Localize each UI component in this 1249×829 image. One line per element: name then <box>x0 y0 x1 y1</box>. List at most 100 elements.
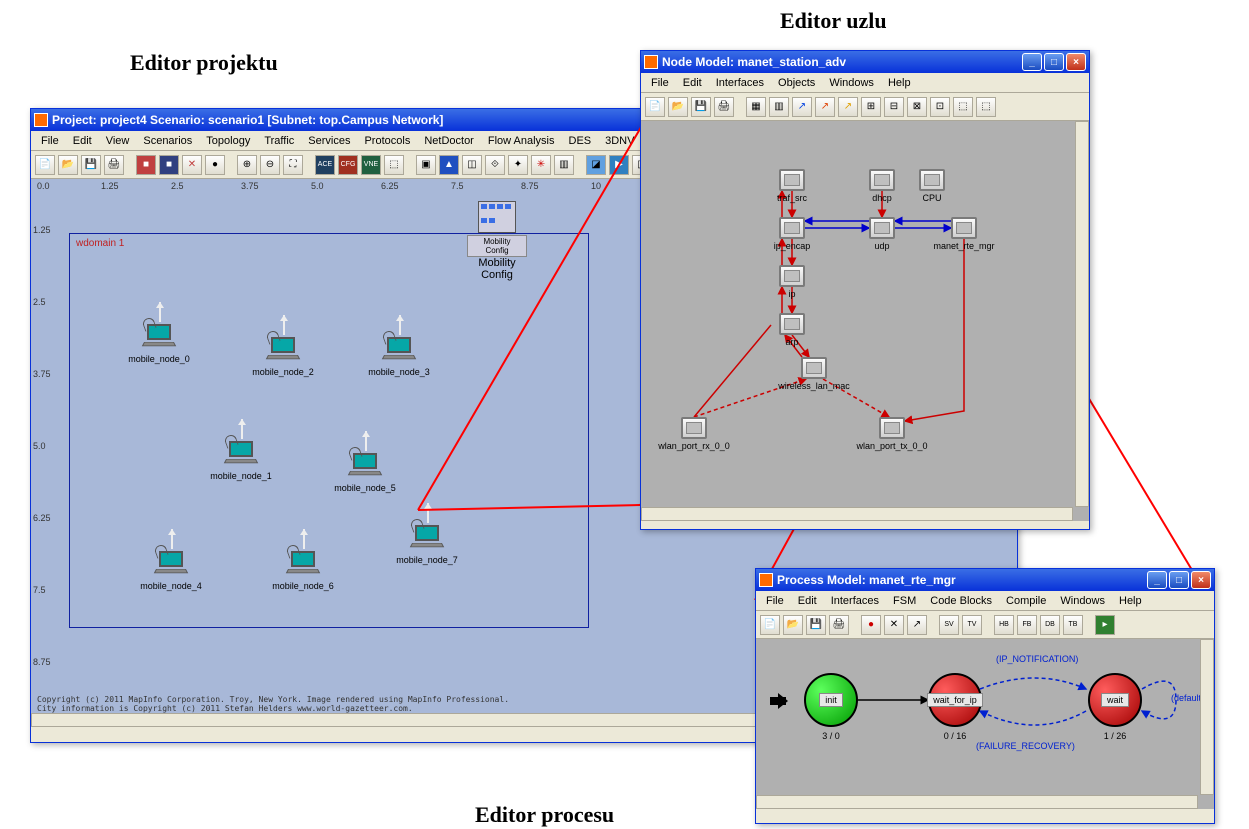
menu-compile[interactable]: Compile <box>1000 593 1052 609</box>
tool-icon[interactable]: ⬚ <box>953 97 973 117</box>
tool-icon[interactable]: ▥ <box>769 97 789 117</box>
menu-windows[interactable]: Windows <box>823 75 880 91</box>
menu-help[interactable]: Help <box>882 75 917 91</box>
tool-icon[interactable]: ▲ <box>439 155 459 175</box>
tool-icon[interactable]: ◪ <box>586 155 606 175</box>
mobility-config-node[interactable]: MobilityConfig Mobility Config <box>467 201 527 281</box>
print-icon[interactable]: 🖨 <box>829 615 849 635</box>
tool-icon[interactable]: ⊠ <box>907 97 927 117</box>
node-block[interactable] <box>779 169 805 191</box>
mobile-node[interactable]: mobile_node_2 <box>243 337 323 377</box>
db-icon[interactable]: DB <box>1040 615 1060 635</box>
node-block[interactable] <box>779 313 805 335</box>
tool-icon[interactable]: ⊞ <box>861 97 881 117</box>
node-block[interactable] <box>869 169 895 191</box>
mobile-node[interactable]: mobile_node_3 <box>359 337 439 377</box>
state-icon[interactable]: ● <box>861 615 881 635</box>
state-wait_for_ip[interactable]: wait_for_ip <box>928 673 982 727</box>
sv-icon[interactable]: SV <box>939 615 959 635</box>
tool-icon[interactable]: ⊟ <box>884 97 904 117</box>
zoom-out-icon[interactable]: ⊖ <box>260 155 280 175</box>
open-icon[interactable]: 📂 <box>58 155 78 175</box>
tool-icon[interactable]: ▥ <box>554 155 574 175</box>
save-icon[interactable]: 💾 <box>806 615 826 635</box>
tool-icon[interactable]: ■ <box>136 155 156 175</box>
tb-icon[interactable]: TB <box>1063 615 1083 635</box>
menu-file[interactable]: File <box>645 75 675 91</box>
mobile-node[interactable]: mobile_node_7 <box>387 525 467 565</box>
new-icon[interactable]: 📄 <box>645 97 665 117</box>
menu-interfaces[interactable]: Interfaces <box>825 593 885 609</box>
tool-icon[interactable]: VNE <box>361 155 381 175</box>
tool-icon[interactable]: ⬚ <box>976 97 996 117</box>
zoom-in-icon[interactable]: ⊕ <box>237 155 257 175</box>
node-block[interactable] <box>869 217 895 239</box>
tool-icon[interactable]: ACE <box>315 155 335 175</box>
arrow-icon[interactable]: ↗ <box>815 97 835 117</box>
state-init[interactable]: init <box>804 673 858 727</box>
new-icon[interactable]: 📄 <box>35 155 55 175</box>
zoom-fit-icon[interactable]: ⛶ <box>283 155 303 175</box>
close-button[interactable]: × <box>1066 53 1086 71</box>
minimize-button[interactable]: _ <box>1022 53 1042 71</box>
compile-icon[interactable]: ▸ <box>1095 615 1115 635</box>
tool-icon[interactable]: ■ <box>159 155 179 175</box>
tool-icon[interactable]: ✦ <box>508 155 528 175</box>
menu-fsm[interactable]: FSM <box>887 593 922 609</box>
tool-icon[interactable]: ◫ <box>462 155 482 175</box>
node-block[interactable] <box>919 169 945 191</box>
tool-icon[interactable]: ⊡ <box>930 97 950 117</box>
menu-topology[interactable]: Topology <box>200 133 256 149</box>
menu-flowanalysis[interactable]: Flow Analysis <box>482 133 561 149</box>
node-block[interactable] <box>951 217 977 239</box>
menu-interfaces[interactable]: Interfaces <box>710 75 770 91</box>
menu-traffic[interactable]: Traffic <box>258 133 300 149</box>
state-wait[interactable]: wait <box>1088 673 1142 727</box>
node-block[interactable] <box>779 265 805 287</box>
process-canvas[interactable]: init3 / 0wait_for_ip0 / 16wait1 / 26 (IP… <box>756 639 1214 809</box>
node-block[interactable] <box>879 417 905 439</box>
h-scrollbar[interactable] <box>756 795 1198 809</box>
menu-codeblocks[interactable]: Code Blocks <box>924 593 998 609</box>
menu-file[interactable]: File <box>760 593 790 609</box>
minimize-button[interactable]: _ <box>1147 571 1167 589</box>
fb-icon[interactable]: FB <box>1017 615 1037 635</box>
menu-des[interactable]: DES <box>563 133 598 149</box>
process-titlebar[interactable]: Process Model: manet_rte_mgr _ □ × <box>756 569 1214 591</box>
node-canvas[interactable]: traf_srcdhcpCPUip_encapudpmanet_rte_mgri… <box>641 121 1089 521</box>
menu-services[interactable]: Services <box>302 133 356 149</box>
arrow-icon[interactable]: ↗ <box>838 97 858 117</box>
maximize-button[interactable]: □ <box>1169 571 1189 589</box>
node-block[interactable] <box>681 417 707 439</box>
h-scrollbar[interactable] <box>641 507 1073 521</box>
tool-icon[interactable]: ▣ <box>416 155 436 175</box>
menu-windows[interactable]: Windows <box>1054 593 1111 609</box>
menu-edit[interactable]: Edit <box>67 133 98 149</box>
tool-icon[interactable]: ✕ <box>182 155 202 175</box>
menu-edit[interactable]: Edit <box>792 593 823 609</box>
mobile-node[interactable]: mobile_node_5 <box>325 453 405 493</box>
close-button[interactable]: × <box>1191 571 1211 589</box>
v-scrollbar[interactable] <box>1200 639 1214 795</box>
menu-scenarios[interactable]: Scenarios <box>137 133 198 149</box>
tool-icon[interactable]: ● <box>205 155 225 175</box>
menu-file[interactable]: File <box>35 133 65 149</box>
menu-edit[interactable]: Edit <box>677 75 708 91</box>
maximize-button[interactable]: □ <box>1044 53 1064 71</box>
menu-help[interactable]: Help <box>1113 593 1148 609</box>
tool-icon[interactable]: CFG <box>338 155 358 175</box>
node-titlebar[interactable]: Node Model: manet_station_adv _ □ × <box>641 51 1089 73</box>
tool-icon[interactable]: ⬚ <box>384 155 404 175</box>
tool-icon[interactable]: ✳ <box>531 155 551 175</box>
arrow-icon[interactable]: ↗ <box>792 97 812 117</box>
mobile-node[interactable]: mobile_node_0 <box>119 324 199 364</box>
tool-icon[interactable]: ▦ <box>746 97 766 117</box>
menu-view[interactable]: View <box>100 133 136 149</box>
mobile-node[interactable]: mobile_node_6 <box>263 551 343 591</box>
arrow-icon[interactable]: ↗ <box>907 615 927 635</box>
new-icon[interactable]: 📄 <box>760 615 780 635</box>
tool-icon[interactable]: ⟐ <box>485 155 505 175</box>
mobile-node[interactable]: mobile_node_4 <box>131 551 211 591</box>
menu-objects[interactable]: Objects <box>772 75 821 91</box>
hb-icon[interactable]: HB <box>994 615 1014 635</box>
